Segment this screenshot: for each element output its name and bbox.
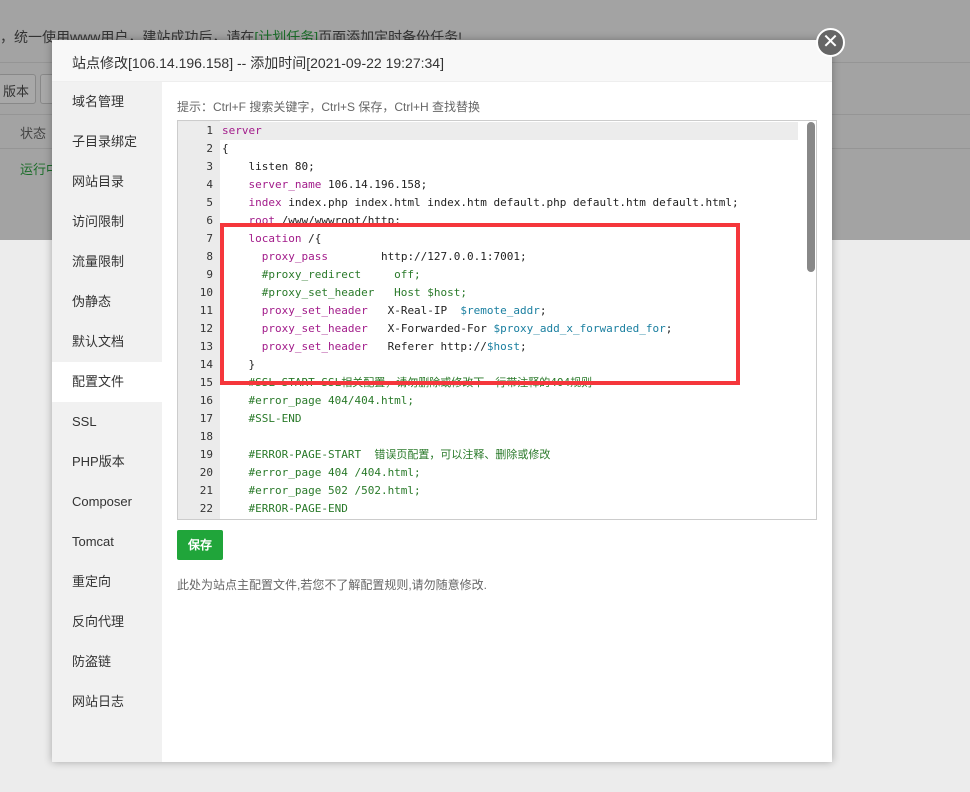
sidebar-item[interactable]: 子目录绑定 xyxy=(52,122,162,162)
line-number: 2 xyxy=(206,142,213,155)
code-line: 4 server_name 106.14.196.158; xyxy=(178,176,798,194)
code-line: 1 server xyxy=(178,122,798,140)
line-number: 20 xyxy=(199,466,213,479)
code-line: 20 #error_page 404 /404.html; xyxy=(178,464,798,482)
line-number: 6 xyxy=(206,214,213,227)
code-text: #error_page 404/404.html; xyxy=(222,392,414,410)
code-token: index xyxy=(222,196,282,209)
line-number: 12 xyxy=(199,322,213,335)
code-editor[interactable]: 1 server 2{3 listen 80; 4 server_name 106.1… xyxy=(177,120,817,520)
code-text: #error_page 502 /502.html; xyxy=(222,482,421,500)
code-token: 106.14.196.158; xyxy=(321,178,428,191)
code-line: 3 listen 80; xyxy=(178,158,798,176)
code-token: listen 80; xyxy=(222,160,315,173)
line-number: 21 xyxy=(199,484,213,497)
sidebar-item[interactable]: SSL xyxy=(52,402,162,442)
config-note: 此处为站点主配置文件,若您不了解配置规则,请勿随意修改. xyxy=(177,578,488,592)
code-token: #error_page 404 /404.html; xyxy=(222,466,421,479)
sidebar-item[interactable]: 伪静态 xyxy=(52,282,162,322)
line-number: 1 xyxy=(206,124,213,137)
sidebar-item[interactable]: PHP版本 xyxy=(52,442,162,482)
line-number: 13 xyxy=(199,340,213,353)
modal-sidebar: 域名管理 子目录绑定 网站目录 访问限制 流量限制 伪静态 默认文档 配置文件 SSL PHP版本… xyxy=(52,82,162,762)
code-text: #error_page 404 /404.html; xyxy=(222,464,421,482)
line-number: 22 xyxy=(199,502,213,515)
sidebar-item[interactable]: 访问限制 xyxy=(52,202,162,242)
line-number: 17 xyxy=(199,412,213,425)
code-text: index index.php index.html index.htm def… xyxy=(222,194,739,212)
code-line: 16 #error_page 404/404.html; xyxy=(178,392,798,410)
code-line: 22 #ERROR-PAGE-END xyxy=(178,500,798,518)
line-number: 16 xyxy=(199,394,213,407)
close-icon[interactable]: ✕ xyxy=(816,28,845,57)
code-token: { xyxy=(222,142,229,155)
sidebar-item[interactable]: 默认文档 xyxy=(52,322,162,362)
code-line: 5 index index.php index.html index.htm d… xyxy=(178,194,798,212)
code-token: index.php index.html index.htm default.p… xyxy=(281,196,739,209)
line-number: 7 xyxy=(206,232,213,245)
code-token: #SSL-END xyxy=(222,412,302,425)
config-panel: 提示：Ctrl+F 搜索关键字，Ctrl+S 保存，Ctrl+H 查找替换 1s… xyxy=(177,82,817,592)
code-token: #error_page 502 /502.html; xyxy=(222,484,421,497)
line-number: 15 xyxy=(199,376,213,389)
modal-title: 站点修改[106.14.196.158] -- 添加时间[2021-09-22 … xyxy=(52,40,832,82)
sidebar-item[interactable]: 流量限制 xyxy=(52,242,162,282)
status-header[interactable]: 状态 xyxy=(20,123,46,142)
line-number: 4 xyxy=(206,178,213,191)
editor-scrollbar[interactable] xyxy=(807,122,815,272)
code-line: 18 xyxy=(178,428,798,446)
line-number: 5 xyxy=(206,196,213,209)
code-text: #ERROR-PAGE-END xyxy=(222,500,348,518)
code-token: server xyxy=(222,124,262,137)
code-line: 19 #ERROR-PAGE-START 错误页配置，可以注释、删除或修改 xyxy=(178,446,798,464)
sidebar-item[interactable]: 防盗链 xyxy=(52,642,162,682)
line-number: 18 xyxy=(199,430,213,443)
code-line: 2{ xyxy=(178,140,798,158)
sidebar-item[interactable]: 配置文件 xyxy=(52,362,162,402)
line-number: 14 xyxy=(199,358,213,371)
line-number: 3 xyxy=(206,160,213,173)
code-text: #ERROR-PAGE-START 错误页配置，可以注释、删除或修改 xyxy=(222,446,550,464)
line-number: 11 xyxy=(199,304,213,317)
site-edit-modal: 站点修改[106.14.196.158] -- 添加时间[2021-09-22 … xyxy=(52,40,832,762)
line-number: 9 xyxy=(206,268,213,281)
sidebar-item[interactable]: Tomcat xyxy=(52,522,162,562)
code-text: { xyxy=(222,140,229,158)
line-number: 19 xyxy=(199,448,213,461)
highlight-box xyxy=(220,223,740,385)
code-token: #error_page 404/404.html; xyxy=(222,394,415,407)
line-number: 10 xyxy=(199,286,213,299)
code-text: server_name 106.14.196.158; xyxy=(222,176,427,194)
sidebar-item[interactable]: 重定向 xyxy=(52,562,162,602)
shortcut-hint: 提示：Ctrl+F 搜索关键字，Ctrl+S 保存，Ctrl+H 查找替换 xyxy=(177,100,481,114)
code-text: #SSL-END xyxy=(222,410,301,428)
line-number: 8 xyxy=(206,250,213,263)
code-token: #ERROR-PAGE-START 错误页配置，可以注释、删除或修改 xyxy=(222,448,551,461)
sidebar-item[interactable]: 网站日志 xyxy=(52,682,162,722)
version-button[interactable]: 版本 xyxy=(0,74,36,104)
sidebar-item[interactable]: 网站目录 xyxy=(52,162,162,202)
code-token: server_name xyxy=(222,178,322,191)
code-text: listen 80; xyxy=(222,158,315,176)
save-button[interactable]: 保存 xyxy=(177,530,223,560)
code-token: #ERROR-PAGE-END xyxy=(222,502,348,515)
sidebar-item[interactable]: 反向代理 xyxy=(52,602,162,642)
sidebar-item[interactable]: Composer xyxy=(52,482,162,522)
sidebar-item[interactable]: 域名管理 xyxy=(52,82,162,122)
code-line: 21 #error_page 502 /502.html; xyxy=(178,482,798,500)
code-line: 17 #SSL-END xyxy=(178,410,798,428)
code-text: server xyxy=(222,122,262,140)
